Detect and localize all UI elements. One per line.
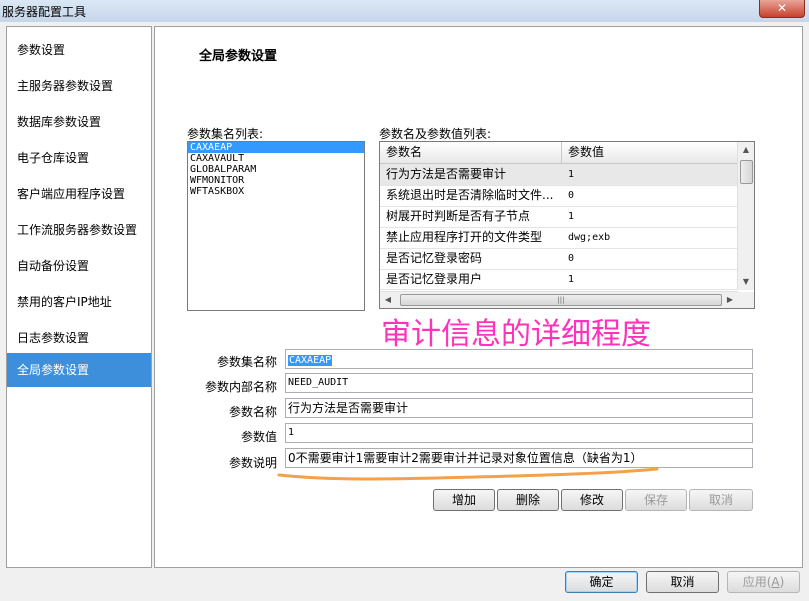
list-item[interactable]: WFMONITOR [188,175,364,186]
table-row[interactable]: 行为方法是否需要审计 1 [380,164,738,186]
close-icon: ✕ [776,1,788,15]
grid-header: 参数名 参数值 [380,142,738,164]
sidebar-item-params[interactable]: 参数设置 [7,33,151,67]
horizontal-scrollbar[interactable]: ◀ ||| ▶ [380,291,738,308]
sidebar: 参数设置 主服务器参数设置 数据库参数设置 电子仓库设置 客户端应用程序设置 工… [6,26,152,568]
table-row[interactable]: 系统退出时是否清除临时文件... 0 [380,185,738,207]
cell-value: 0 [568,190,575,201]
vertical-scrollbar[interactable]: ▲ ▼ [737,142,754,290]
annotation-text: 审计信息的详细程度 [381,317,651,352]
cell-value: dwg;exb [568,232,611,243]
param-value-field[interactable]: 1 [285,423,753,443]
cell-name: 是否记忆登录密码 [386,251,483,265]
scroll-right-icon[interactable]: ▶ [722,292,738,308]
cell-value: 1 [568,274,575,285]
param-list-label: 参数名及参数值列表: [379,127,492,141]
save-button[interactable]: 保存 [625,489,687,511]
set-list-label: 参数集名列表: [187,127,264,141]
cell-name: 系统退出时是否清除临时文件... [386,188,554,202]
scroll-up-icon[interactable]: ▲ [738,142,754,158]
cell-name: 树展开时判断是否有子节点 [386,209,531,223]
window-title: 服务器配置工具 [2,5,87,19]
table-row[interactable]: 禁止应用程序打开的文件类型 dwg;exb [380,227,738,249]
table-row[interactable]: 树展开时判断是否有子节点 1 [380,206,738,228]
sidebar-item-vault[interactable]: 电子仓库设置 [7,141,151,175]
title-bar: 服务器配置工具 ✕ [0,0,809,23]
scroll-down-icon[interactable]: ▼ [738,274,754,290]
list-item[interactable]: CAXAEAP [188,142,364,153]
sidebar-item-main-server[interactable]: 主服务器参数设置 [7,69,151,103]
annotation-underline [277,467,659,481]
column-header-value[interactable]: 参数值 [562,142,738,163]
set-name-label: 参数集名称 [216,355,277,369]
table-row[interactable]: 是否记忆登录用户 1 [380,269,738,290]
cell-value: 1 [568,169,575,180]
scroll-left-icon[interactable]: ◀ [380,292,396,308]
apply-label: 应用 [742,575,767,589]
cell-value: 0 [568,253,575,264]
apply-button[interactable]: 应用(A) [727,571,800,593]
add-button[interactable]: 增加 [433,489,495,511]
cell-name: 是否记忆登录用户 [386,272,483,286]
scroll-thumb[interactable] [740,160,753,184]
sidebar-item-log[interactable]: 日志参数设置 [7,321,151,355]
ok-button[interactable]: 确定 [565,571,638,593]
param-name-label: 参数名称 [228,405,277,419]
set-name-value: CAXAEAP [288,355,333,366]
client-area: 参数设置 主服务器参数设置 数据库参数设置 电子仓库设置 客户端应用程序设置 工… [0,22,809,601]
set-listbox[interactable]: CAXAEAP CAXAVAULT GLOBALPARAM WFMONITOR … [187,141,365,311]
param-name-field[interactable]: 行为方法是否需要审计 [285,398,753,418]
sidebar-item-workflow-server[interactable]: 工作流服务器参数设置 [7,213,151,247]
sidebar-item-database[interactable]: 数据库参数设置 [7,105,151,139]
scroll-corner [738,292,754,308]
list-item[interactable]: GLOBALPARAM [188,164,364,175]
internal-name-label: 参数内部名称 [204,380,277,394]
table-row[interactable]: 是否记忆登录密码 0 [380,248,738,270]
cancel-edit-button[interactable]: 取消 [689,489,753,511]
delete-button[interactable]: 删除 [497,489,559,511]
cell-value: 1 [568,211,575,222]
internal-name-field[interactable]: NEED_AUDIT [285,373,753,393]
sidebar-item-blocked-ip[interactable]: 禁用的客户IP地址 [7,285,151,319]
main-panel: 全局参数设置 参数集名列表: 参数名及参数值列表: CAXAEAP CAXAVA… [154,26,803,568]
sidebar-item-auto-backup[interactable]: 自动备份设置 [7,249,151,283]
modify-button[interactable]: 修改 [561,489,623,511]
param-value-label: 参数值 [240,430,277,444]
sidebar-item-client-app[interactable]: 客户端应用程序设置 [7,177,151,211]
apply-mnemonic: A [771,575,780,589]
close-button[interactable]: ✕ [759,0,805,18]
page-title: 全局参数设置 [199,49,278,64]
cell-name: 行为方法是否需要审计 [386,167,507,181]
sidebar-item-global[interactable]: 全局参数设置 [7,353,151,387]
cancel-button[interactable]: 取消 [646,571,719,593]
list-item[interactable]: WFTASKBOX [188,186,364,197]
list-item[interactable]: CAXAVAULT [188,153,364,164]
description-label: 参数说明 [228,456,277,470]
cell-name: 禁止应用程序打开的文件类型 [386,230,543,244]
scroll-thumb[interactable]: ||| [400,294,722,306]
param-grid: 参数名 参数值 行为方法是否需要审计 1 系统退出时是否清除临时文件... 0 … [379,141,755,309]
column-header-name[interactable]: 参数名 [380,142,562,163]
